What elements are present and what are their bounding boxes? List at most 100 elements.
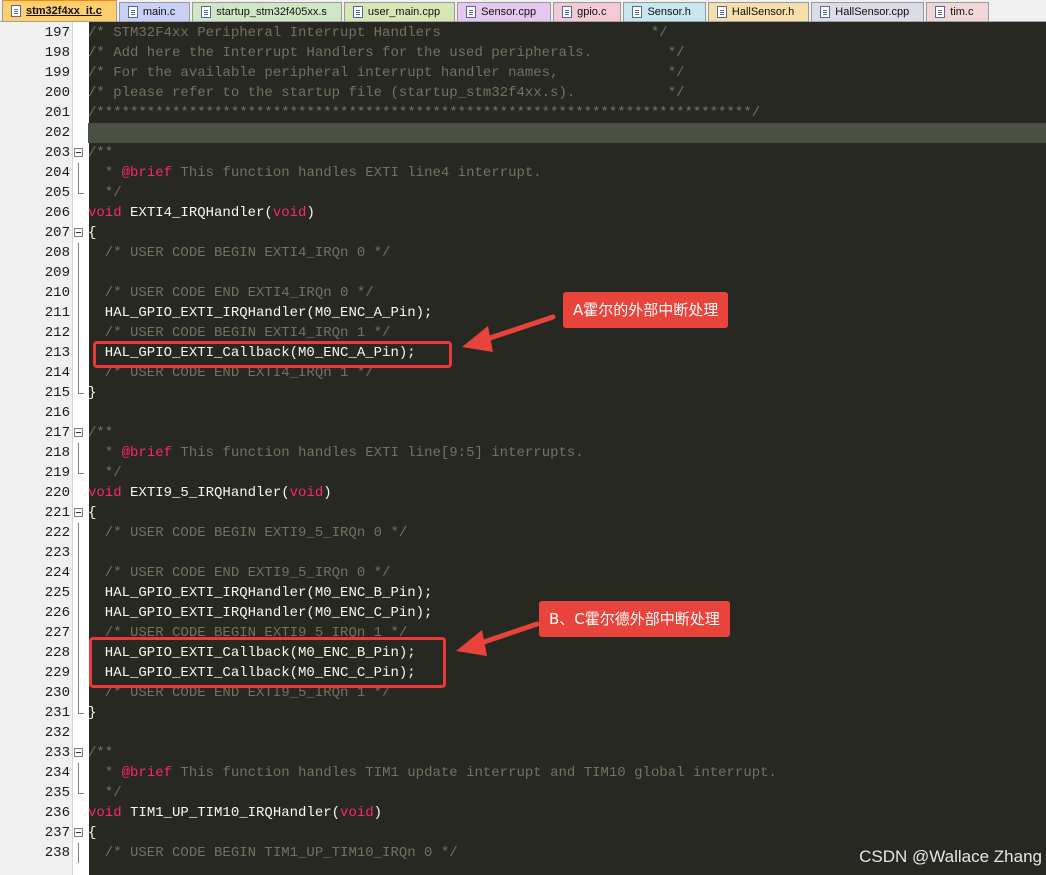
code-line[interactable]: 208 /* USER CODE BEGIN EXTI4_IRQn 0 */ [0, 243, 1046, 263]
fold-toggle-icon[interactable] [74, 148, 83, 157]
code-line[interactable]: 232 [0, 723, 1046, 743]
code-line[interactable]: 212 /* USER CODE BEGIN EXTI4_IRQn 1 */ [0, 323, 1046, 343]
tab-bar: stm32f4xx_it.c main.c startup_stm32f405xx.… [0, 0, 1046, 22]
code-line[interactable]: 235 */ [0, 783, 1046, 803]
comment-token: /* USER CODE END EXTI4_IRQn 0 */ [88, 285, 374, 301]
code-line[interactable]: 222 /* USER CODE BEGIN EXTI9_5_IRQn 0 */ [0, 523, 1046, 543]
tab-label: startup_stm32f405xx.s [216, 6, 327, 18]
code-line[interactable]: 209 [0, 263, 1046, 283]
code-token: ) [373, 805, 383, 821]
fold-guide [78, 363, 79, 383]
line-number: 201 [44, 105, 70, 121]
tab-sensor-h[interactable]: Sensor.h [623, 2, 706, 21]
code-editor[interactable]: 197 /* STM32F4xx Peripheral Interrupt Han… [0, 22, 1046, 875]
code-token: EXTI9_5_IRQHandler( [121, 485, 290, 501]
line-number: 200 [44, 85, 70, 101]
file-icon [820, 6, 831, 18]
code-line[interactable]: 197 /* STM32F4xx Peripheral Interrupt Han… [0, 23, 1046, 43]
code-token: HAL_GPIO_EXTI_IRQHandler(M0_ENC_A_Pin); [88, 305, 433, 321]
comment-token: /* USER CODE BEGIN EXTI9_5_IRQn 0 */ [88, 525, 408, 541]
fold-guide [78, 323, 79, 343]
tab-main-c[interactable]: main.c [118, 2, 191, 21]
code-line[interactable]: 199 /* For the available peripheral inter… [0, 63, 1046, 83]
code-line[interactable]: 220 void EXTI9_5_IRQHandler(void) [0, 483, 1046, 503]
line-number: 229 [44, 665, 70, 681]
code-line[interactable]: 226 HAL_GPIO_EXTI_IRQHandler(M0_ENC_C_Pi… [0, 603, 1046, 623]
line-number: 222 [44, 525, 70, 541]
code-line[interactable]: 223 [0, 543, 1046, 563]
code-line[interactable]: 203 /** [0, 143, 1046, 163]
callout-a-hall: A霍尔的外部中断处理 [563, 292, 729, 328]
code-line[interactable]: 205 */ [0, 183, 1046, 203]
code-line[interactable]: 231} [0, 703, 1046, 723]
comment-token: /** [88, 145, 114, 161]
code-line[interactable]: 202 [0, 123, 1046, 143]
tab-gpio-c[interactable]: gpio.c [553, 2, 622, 21]
code-line[interactable]: 225 HAL_GPIO_EXTI_IRQHandler(M0_ENC_B_Pi… [0, 583, 1046, 603]
line-number: 226 [44, 605, 70, 621]
keyword-token: void [272, 205, 307, 221]
fold-toggle-icon[interactable] [74, 508, 83, 517]
line-number: 208 [44, 245, 70, 261]
code-lines[interactable]: 197 /* STM32F4xx Peripheral Interrupt Han… [0, 23, 1046, 863]
code-line[interactable]: 236 void TIM1_UP_TIM10_IRQHandler(void) [0, 803, 1046, 823]
tab-hallsensor-cpp[interactable]: HallSensor.cpp [811, 2, 925, 21]
code-line[interactable]: 224 /* USER CODE END EXTI9_5_IRQn 0 */ [0, 563, 1046, 583]
fold-toggle-icon[interactable] [74, 748, 83, 757]
fold-guide [78, 263, 79, 283]
line-number: 198 [44, 45, 70, 61]
code-token: TIM1_UP_TIM10_IRQHandler( [121, 805, 341, 821]
code-token: HAL_GPIO_EXTI_IRQHandler(M0_ENC_C_Pin); [88, 605, 433, 621]
code-line[interactable]: 204 * @brief This function handles EXTI … [0, 163, 1046, 183]
tab-label: HallSensor.h [731, 6, 795, 18]
code-token: ) [323, 485, 332, 501]
code-token: { [88, 505, 97, 521]
fold-toggle-icon[interactable] [74, 828, 83, 837]
code-line[interactable]: 210 /* USER CODE END EXTI4_IRQn 0 */ [0, 283, 1046, 303]
tab-tim-c[interactable]: tim.c [926, 2, 989, 21]
fold-guide [78, 443, 79, 463]
line-number: 228 [44, 645, 70, 661]
code-line[interactable]: 206 void EXTI4_IRQHandler(void) [0, 203, 1046, 223]
code-line[interactable]: 233 /** [0, 743, 1046, 763]
fold-toggle-icon[interactable] [74, 228, 83, 237]
comment-token: /** [88, 745, 114, 761]
tab-stm32f4xx-it-c[interactable]: stm32f4xx_it.c [2, 0, 117, 21]
tab-startup-stm32f405xx-s[interactable]: startup_stm32f405xx.s [192, 2, 342, 21]
line-code: /* USER CODE BEGIN EXTI4_IRQn 0 */ [88, 243, 391, 263]
line-number: 237 [44, 825, 70, 841]
tab-hallsensor-h[interactable]: HallSensor.h [707, 2, 810, 21]
code-line[interactable]: 215} [0, 383, 1046, 403]
line-number: 204 [44, 165, 70, 181]
fold-guide [78, 283, 79, 303]
line-code: /** [88, 423, 113, 443]
code-line[interactable]: 221 { [0, 503, 1046, 523]
code-line[interactable]: 201 /************************************… [0, 103, 1046, 123]
comment-token: */ [88, 185, 122, 201]
line-number: 225 [44, 585, 70, 601]
code-line[interactable]: 219 */ [0, 463, 1046, 483]
code-line[interactable]: 218 * @brief This function handles EXTI … [0, 443, 1046, 463]
code-line[interactable]: 211 HAL_GPIO_EXTI_IRQHandler(M0_ENC_A_Pi… [0, 303, 1046, 323]
comment-token: /* please refer to the startup file (sta… [88, 85, 685, 101]
fold-guide [78, 343, 79, 363]
code-line[interactable]: 234 * @brief This function handles TIM1 … [0, 763, 1046, 783]
code-line[interactable]: 237 { [0, 823, 1046, 843]
line-code: /* USER CODE END EXTI4_IRQn 0 */ [88, 283, 374, 303]
tab-user-main-cpp[interactable]: user_main.cpp [343, 2, 456, 21]
tab-label: gpio.c [577, 6, 607, 18]
code-token: EXTI4_IRQHandler( [121, 205, 273, 221]
code-line[interactable]: 200 /* please refer to the startup file (… [0, 83, 1046, 103]
line-number: 209 [44, 265, 70, 281]
tab-sensor-cpp[interactable]: Sensor.cpp [457, 2, 552, 21]
line-code: * @brief This function handles EXTI line… [88, 443, 584, 463]
fold-guide [78, 603, 79, 623]
code-token: { [88, 825, 97, 841]
line-code: } [88, 383, 96, 403]
fold-toggle-icon[interactable] [74, 428, 83, 437]
code-line[interactable]: 198 /* Add here the Interrupt Handlers fo… [0, 43, 1046, 63]
code-line[interactable]: 207 { [0, 223, 1046, 243]
fold-end-guide [78, 383, 84, 394]
code-line[interactable]: 216 [0, 403, 1046, 423]
code-line[interactable]: 217 /** [0, 423, 1046, 443]
